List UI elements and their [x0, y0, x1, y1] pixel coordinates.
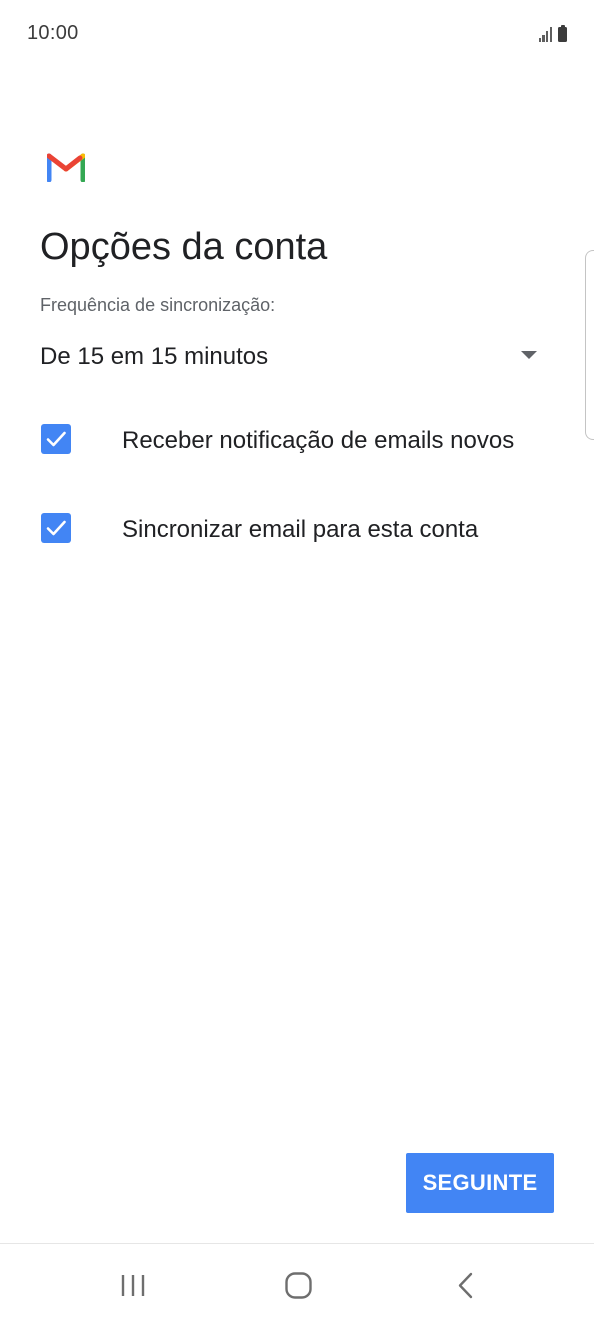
status-bar: 10:00: [0, 0, 594, 68]
sync-frequency-value: De 15 em 15 minutos: [40, 343, 269, 370]
notify-new-emails-label: Receber notificação de emails novos: [122, 427, 515, 454]
status-icons: [538, 24, 567, 42]
recent-apps-button[interactable]: [103, 1262, 163, 1310]
gmail-logo-icon: [46, 152, 86, 183]
next-button[interactable]: SEGUINTE: [406, 1153, 554, 1213]
page-title: Opções da conta: [40, 226, 328, 268]
signal-icon: [538, 26, 552, 42]
checkmark-icon: [46, 431, 66, 447]
sync-email-label: Sincronizar email para esta conta: [122, 516, 479, 543]
edge-panel-handle[interactable]: [585, 250, 594, 440]
back-button[interactable]: [436, 1262, 496, 1310]
sync-frequency-dropdown[interactable]: De 15 em 15 minutos: [40, 336, 540, 376]
checkmark-icon: [46, 520, 66, 536]
home-button[interactable]: [268, 1262, 328, 1310]
notify-new-emails-checkbox[interactable]: [41, 424, 71, 454]
battery-icon: [558, 24, 567, 42]
home-icon: [285, 1272, 312, 1299]
sync-frequency-label: Frequência de sincronização:: [40, 295, 276, 315]
recent-apps-icon: [121, 1275, 145, 1296]
dropdown-arrow-icon: [521, 351, 537, 359]
navigation-bar: [0, 1243, 594, 1323]
sync-email-checkbox[interactable]: [41, 513, 71, 543]
back-icon: [458, 1272, 473, 1299]
status-time: 10:00: [27, 22, 79, 44]
sync-email-option[interactable]: Sincronizar email para esta conta: [40, 509, 570, 549]
notify-new-emails-option[interactable]: Receber notificação de emails novos: [40, 420, 570, 460]
